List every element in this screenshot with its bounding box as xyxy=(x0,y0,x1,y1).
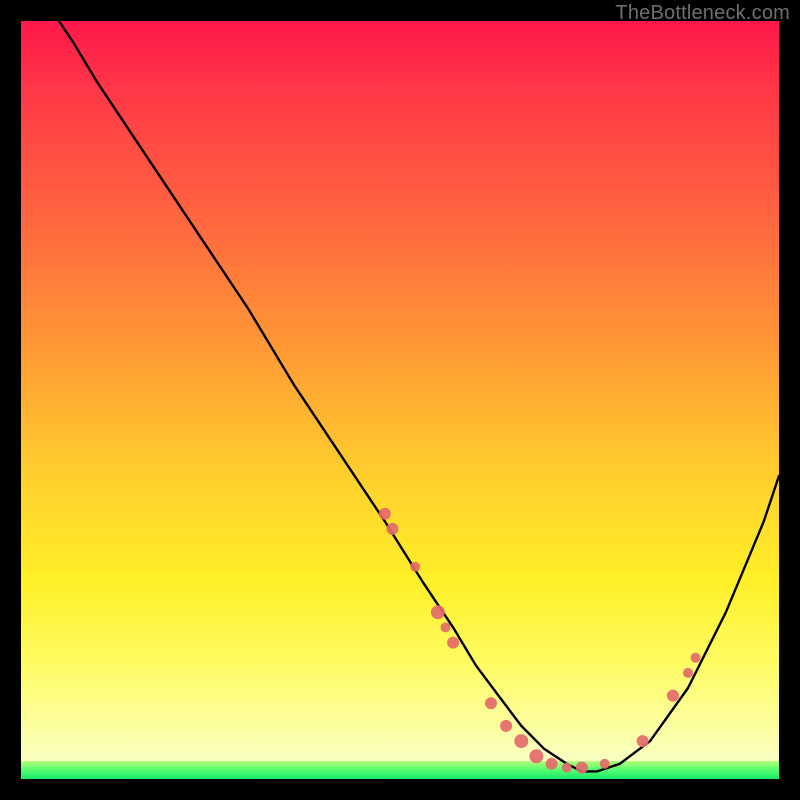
data-point xyxy=(379,508,391,520)
curve-layer xyxy=(59,21,779,771)
data-point xyxy=(441,622,451,632)
data-point xyxy=(562,763,572,773)
data-point xyxy=(667,690,679,702)
watermark-text: TheBottleneck.com xyxy=(615,2,790,25)
data-point xyxy=(386,523,398,535)
data-point xyxy=(683,668,693,678)
data-point xyxy=(410,562,420,572)
data-point xyxy=(600,759,610,769)
data-point xyxy=(500,720,512,732)
data-point xyxy=(485,697,497,709)
chart-container: TheBottleneck.com xyxy=(0,0,800,800)
plot-area xyxy=(21,21,779,779)
data-point xyxy=(546,758,558,770)
bottleneck-curve xyxy=(59,21,779,771)
data-point xyxy=(691,653,701,663)
data-point xyxy=(447,637,459,649)
chart-svg xyxy=(21,21,779,779)
data-point xyxy=(576,762,588,774)
data-point xyxy=(514,734,528,748)
marker-layer xyxy=(379,508,701,774)
data-point xyxy=(529,749,543,763)
data-point xyxy=(637,735,649,747)
data-point xyxy=(431,605,445,619)
